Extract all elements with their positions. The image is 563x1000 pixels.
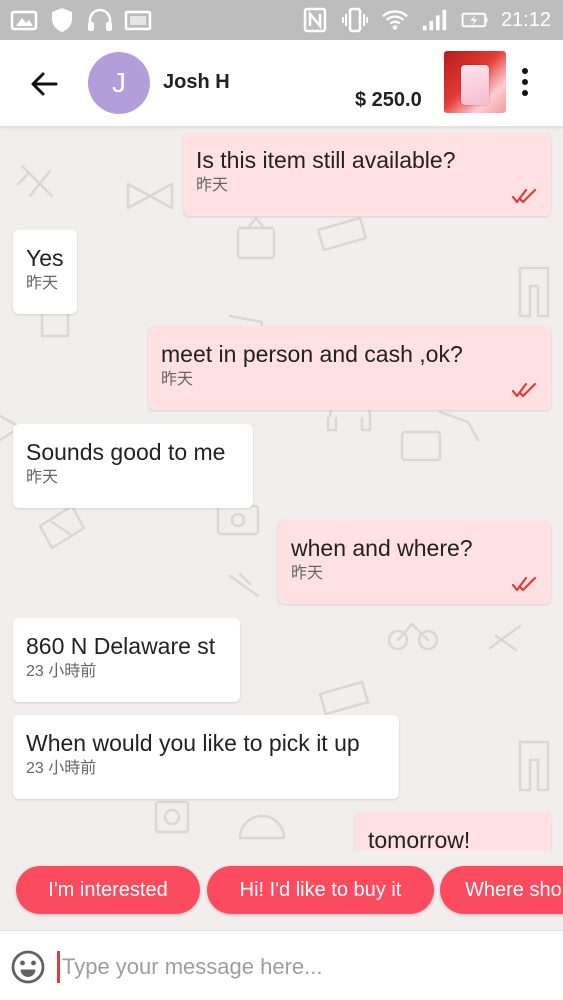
message-text: when and where? bbox=[291, 535, 473, 561]
quick-reply-where[interactable]: Where sho bbox=[440, 866, 563, 914]
message-bubble-incoming[interactable]: When would you like to pick it up 23 小時前 bbox=[13, 715, 399, 799]
double-check-icon bbox=[511, 188, 537, 204]
quick-replies: I'm interested Hi! I'd like to buy it Wh… bbox=[0, 862, 563, 920]
status-bar: 21:12 bbox=[0, 0, 563, 40]
message-time: 昨天 bbox=[291, 565, 324, 582]
nfc-icon bbox=[301, 6, 329, 34]
quick-reply-interested[interactable]: I'm interested bbox=[16, 866, 200, 914]
item-price: $ 250.0 bbox=[355, 89, 422, 111]
double-check-icon bbox=[511, 576, 537, 592]
back-button[interactable] bbox=[22, 62, 66, 106]
message-text: Yes bbox=[26, 245, 64, 271]
message-time: 昨天 bbox=[196, 177, 229, 194]
product-thumbnail[interactable] bbox=[444, 51, 506, 113]
message-list[interactable]: Is this item still available? 昨天 Yes 昨天 … bbox=[0, 126, 563, 851]
message-bubble-outgoing[interactable]: meet in person and cash ,ok? 昨天 bbox=[148, 326, 551, 410]
contact-name[interactable]: Josh H bbox=[163, 71, 230, 94]
message-bubble-outgoing[interactable]: tomorrow! bbox=[355, 812, 551, 851]
message-time: 昨天 bbox=[26, 275, 59, 292]
message-bubble-outgoing[interactable]: when and where? 昨天 bbox=[278, 520, 551, 604]
more-vert-icon bbox=[522, 68, 528, 74]
clock: 21:12 bbox=[500, 8, 551, 31]
picture-notification-icon bbox=[10, 6, 38, 34]
double-check-icon bbox=[511, 382, 537, 398]
emoji-button[interactable] bbox=[10, 949, 46, 985]
shield-icon bbox=[48, 6, 76, 34]
message-time: 23 小時前 bbox=[26, 663, 97, 680]
quick-reply-buy[interactable]: Hi! I'd like to buy it bbox=[207, 866, 434, 914]
wifi-icon bbox=[381, 6, 409, 34]
message-bubble-outgoing[interactable]: Is this item still available? 昨天 bbox=[183, 132, 551, 216]
signal-icon bbox=[421, 6, 449, 34]
message-text: 860 N Delaware st bbox=[26, 633, 216, 659]
message-bubble-incoming[interactable]: Yes 昨天 bbox=[13, 230, 77, 314]
message-time: 23 小時前 bbox=[26, 760, 97, 777]
vibrate-icon bbox=[341, 6, 369, 34]
avatar[interactable]: J bbox=[88, 52, 150, 114]
more-options-button[interactable] bbox=[510, 60, 540, 104]
message-text: Is this item still available? bbox=[196, 147, 456, 173]
headphones-icon bbox=[86, 6, 114, 34]
message-bubble-incoming[interactable]: 860 N Delaware st 23 小時前 bbox=[13, 618, 240, 702]
message-text: tomorrow! bbox=[368, 827, 471, 851]
message-time: 昨天 bbox=[26, 469, 59, 486]
battery-charging-icon bbox=[461, 6, 489, 34]
text-cursor bbox=[57, 951, 60, 983]
image-notification-icon bbox=[124, 6, 152, 34]
chat-header: J Josh H $ 250.0 bbox=[0, 40, 563, 126]
message-composer bbox=[0, 930, 563, 1000]
arrow-left-icon bbox=[31, 72, 58, 96]
message-text: When would you like to pick it up bbox=[26, 730, 360, 756]
message-time: 昨天 bbox=[161, 371, 194, 388]
message-text: meet in person and cash ,ok? bbox=[161, 341, 463, 367]
message-text: Sounds good to me bbox=[26, 439, 226, 465]
message-input[interactable] bbox=[62, 947, 542, 987]
smiley-icon bbox=[11, 950, 45, 984]
message-bubble-incoming[interactable]: Sounds good to me 昨天 bbox=[13, 424, 253, 508]
